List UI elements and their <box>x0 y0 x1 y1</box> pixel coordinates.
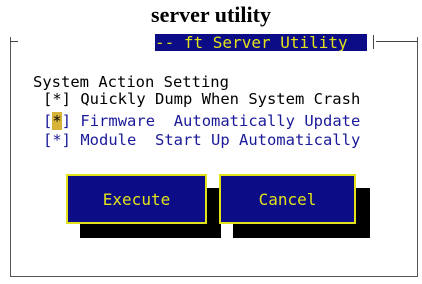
option-module-startup-label: Module Start Up Automatically <box>80 131 361 149</box>
figure-caption: server utility <box>151 2 271 27</box>
option-module-startup-checkbox[interactable]: [*] <box>43 131 71 149</box>
option-quick-dump-checkbox[interactable]: [*] <box>43 90 71 108</box>
section-label: System Action Setting <box>33 73 229 91</box>
redacted-area <box>20 30 155 60</box>
checkbox-focus-cursor: * <box>52 112 62 130</box>
cancel-button[interactable]: Cancel <box>219 174 356 224</box>
option-module-startup[interactable]: [*] Module Start Up Automatically <box>43 132 360 148</box>
option-quick-dump[interactable]: [*] Quickly Dump When System Crash <box>43 91 360 107</box>
execute-button[interactable]: Execute <box>66 174 207 224</box>
option-firmware-update-checkbox[interactable]: [*] <box>43 112 71 130</box>
window-title: -- ft Server Utility <box>155 34 367 51</box>
frame-top-border-right <box>376 41 418 42</box>
execute-button-label: Execute <box>102 189 171 209</box>
option-quick-dump-label: Quickly Dump When System Crash <box>80 90 361 108</box>
option-firmware-update-label: Firmware Automatically Update <box>80 112 361 130</box>
frame-divider <box>373 35 374 49</box>
frame-top-border-left <box>10 41 18 42</box>
option-firmware-update[interactable]: [*] Firmware Automatically Update <box>43 112 361 130</box>
cancel-button-label: Cancel <box>258 189 317 209</box>
